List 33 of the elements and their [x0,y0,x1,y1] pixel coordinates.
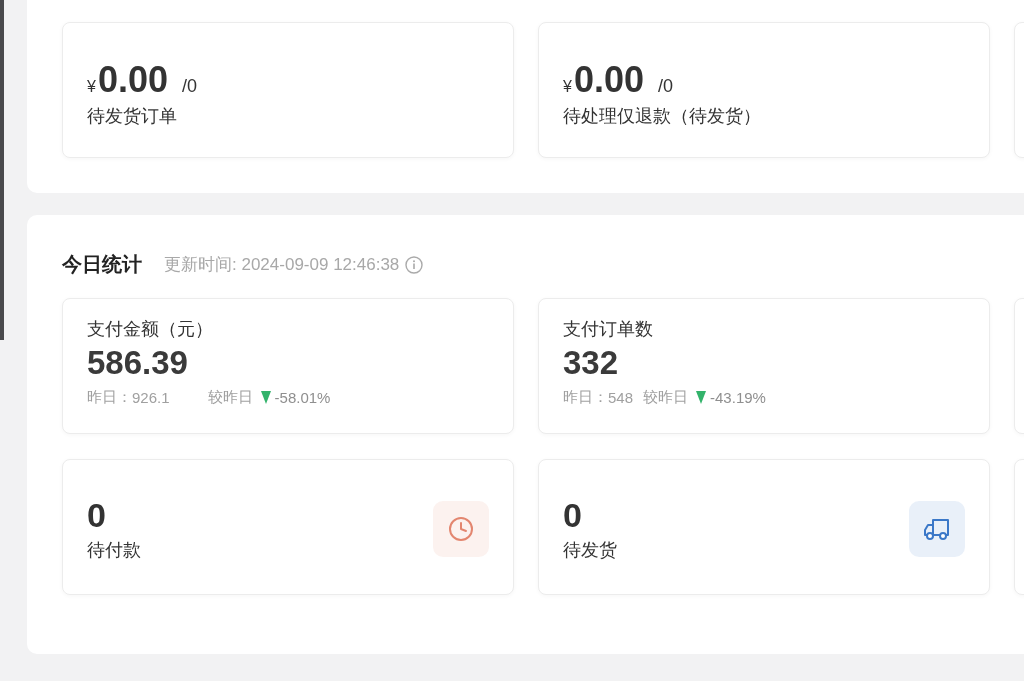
yesterday-value: 926.1 [132,389,170,406]
yesterday-label: 昨日： [87,388,132,407]
order-count: /0 [182,76,197,97]
card-label: 待发货订单 [87,105,178,128]
compare-label: 较昨日 [643,388,689,407]
counter-value: 0 [87,495,106,535]
metric-label: 支付金额（元） [87,318,213,341]
counter-label: 待付款 [87,539,141,562]
update-time: 更新时间: 2024-09-09 12:46:38 [164,254,400,276]
amount-value: 0.00 [573,59,644,101]
order-count: /0 [658,76,673,97]
metric-label: 支付订单数 [563,318,653,341]
currency-symbol: ¥ [87,78,96,96]
pending-card[interactable]: ¥0.00 /0 待处理仅退款（待发货） [538,22,990,158]
counter-value: 0 [563,495,582,535]
pending-card[interactable]: ¥0.00 /0 待发货订单 [62,22,514,158]
change-percent: -43.19% [710,389,766,406]
currency-symbol: ¥ [563,78,572,96]
amount-value: 0.00 [97,59,168,101]
counter-card[interactable]: 0 待发货 [538,459,990,595]
metric-card[interactable]: 支付金额（元） 586.39 昨日：926.1 较昨日 -58.01% [62,298,514,434]
metric-value: 586.39 [87,343,188,383]
card-label: 待处理仅退款（待发货） [563,105,762,128]
change-percent: -58.01% [274,389,331,406]
counter-label: 待发货 [563,539,617,562]
metric-card[interactable]: 支付订单数 332 昨日：548 较昨日 -43.19% [538,298,990,434]
info-icon[interactable] [405,255,424,274]
yesterday-label: 昨日： [563,388,608,407]
compare-label: 较昨日 [207,388,253,407]
metric-value: 332 [563,343,619,383]
counter-card[interactable]: 0 待付款 [62,459,514,595]
yesterday-value: 548 [608,389,634,406]
section-title: 今日统计 [62,252,142,277]
